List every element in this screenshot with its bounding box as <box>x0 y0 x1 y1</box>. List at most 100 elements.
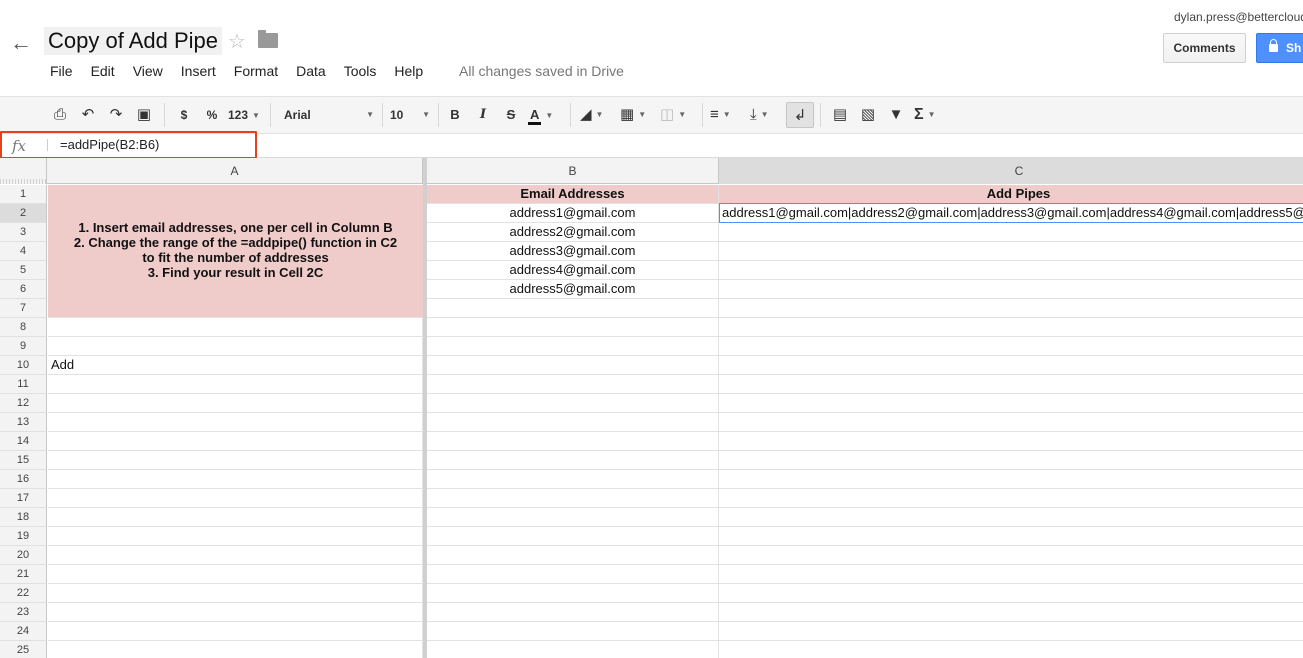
cell-a[interactable] <box>48 603 423 622</box>
cell-b[interactable] <box>427 546 719 565</box>
fill-color-icon[interactable]: ◢ ▼ <box>580 105 614 125</box>
menu-data[interactable]: Data <box>296 63 326 81</box>
cell-c[interactable] <box>719 622 1303 641</box>
column-header-b[interactable]: B <box>427 158 719 184</box>
column-header-c[interactable]: C <box>719 158 1303 184</box>
cell-b[interactable] <box>427 451 719 470</box>
cell-a[interactable]: Add <box>48 356 423 375</box>
row-header[interactable]: 21 <box>0 565 47 584</box>
cell-b[interactable]: address4@gmail.com <box>427 261 719 280</box>
horizontal-align-icon[interactable]: ≡ ▼ <box>710 105 746 125</box>
cell-b[interactable] <box>427 318 719 337</box>
paint-format-icon[interactable]: ▣ <box>134 105 154 125</box>
cell-a[interactable] <box>48 337 423 356</box>
cell-a[interactable] <box>48 489 423 508</box>
star-icon[interactable]: ☆ <box>228 29 246 54</box>
cell-b[interactable] <box>427 603 719 622</box>
row-header[interactable]: 12 <box>0 394 47 413</box>
row-header[interactable]: 16 <box>0 470 47 489</box>
menu-tools[interactable]: Tools <box>344 63 377 81</box>
row-header[interactable]: 17 <box>0 489 47 508</box>
menu-file[interactable]: File <box>50 63 73 81</box>
cell-a[interactable] <box>48 527 423 546</box>
cell-b[interactable] <box>427 622 719 641</box>
currency-button[interactable]: $ <box>174 105 194 125</box>
cell-c[interactable] <box>719 261 1303 280</box>
cell-b-header[interactable]: Email Addresses <box>427 185 719 204</box>
cell-b[interactable] <box>427 470 719 489</box>
menu-insert[interactable]: Insert <box>181 63 216 81</box>
cell-b[interactable] <box>427 584 719 603</box>
menu-help[interactable]: Help <box>394 63 423 81</box>
row-header[interactable]: 24 <box>0 622 47 641</box>
row-header[interactable]: 3 <box>0 223 47 242</box>
row-header[interactable]: 22 <box>0 584 47 603</box>
comments-button[interactable]: Comments <box>1163 33 1246 63</box>
cell-b[interactable] <box>427 356 719 375</box>
cell-a[interactable] <box>48 451 423 470</box>
redo-icon[interactable]: ↷ <box>106 105 126 125</box>
row-header[interactable]: 23 <box>0 603 47 622</box>
share-button[interactable]: Sh <box>1256 33 1303 63</box>
document-title[interactable]: Copy of Add Pipe <box>44 27 223 55</box>
cell-a[interactable] <box>48 432 423 451</box>
percent-button[interactable]: % <box>202 105 222 125</box>
menu-format[interactable]: Format <box>234 63 278 81</box>
cell-a[interactable] <box>48 394 423 413</box>
cell-c[interactable] <box>719 337 1303 356</box>
row-header[interactable]: 25 <box>0 641 47 658</box>
cell-c[interactable] <box>719 641 1303 658</box>
text-color-icon[interactable]: A ▼ <box>528 105 562 125</box>
cell-a[interactable] <box>48 413 423 432</box>
row-header[interactable]: 14 <box>0 432 47 451</box>
cell-c[interactable] <box>719 432 1303 451</box>
wrap-text-icon[interactable]: ↲ <box>786 102 814 128</box>
cell-b[interactable] <box>427 337 719 356</box>
cell-c[interactable] <box>719 394 1303 413</box>
insert-comment-icon[interactable]: ▤ <box>830 105 850 125</box>
menu-view[interactable]: View <box>133 63 163 81</box>
cell-c[interactable] <box>719 413 1303 432</box>
cell-a[interactable] <box>48 375 423 394</box>
font-family-select[interactable]: Arial ▼ <box>284 105 376 125</box>
insert-chart-icon[interactable]: ▧ <box>858 105 878 125</box>
row-header[interactable]: 5 <box>0 261 47 280</box>
functions-icon[interactable]: Σ ▼ <box>914 105 950 125</box>
cell-c[interactable] <box>719 242 1303 261</box>
cell-c[interactable] <box>719 223 1303 242</box>
cell-c[interactable] <box>719 565 1303 584</box>
row-header[interactable]: 8 <box>0 318 47 337</box>
cell-c[interactable] <box>719 375 1303 394</box>
cell-c[interactable] <box>719 470 1303 489</box>
cell-c[interactable] <box>719 489 1303 508</box>
bold-icon[interactable]: B <box>446 105 464 125</box>
cell-b[interactable] <box>427 641 719 658</box>
row-header[interactable]: 1 <box>0 185 47 204</box>
cell-c[interactable] <box>719 603 1303 622</box>
row-header[interactable]: 4 <box>0 242 47 261</box>
cell-a[interactable] <box>48 508 423 527</box>
cell-b[interactable] <box>427 527 719 546</box>
cell-b[interactable] <box>427 375 719 394</box>
cell-c[interactable] <box>719 451 1303 470</box>
vertical-align-icon[interactable]: ⤓ ▼ <box>750 105 784 125</box>
italic-icon[interactable]: I <box>474 105 492 125</box>
number-format-button[interactable]: 123 ▼ <box>228 105 264 125</box>
row-header[interactable]: 15 <box>0 451 47 470</box>
select-all-corner[interactable] <box>0 158 47 184</box>
cell-a[interactable] <box>48 622 423 641</box>
row-header[interactable]: 19 <box>0 527 47 546</box>
cell-b[interactable]: address2@gmail.com <box>427 223 719 242</box>
row-header[interactable]: 13 <box>0 413 47 432</box>
cell-a[interactable] <box>48 318 423 337</box>
cell-b[interactable] <box>427 413 719 432</box>
cell-b[interactable] <box>427 489 719 508</box>
cell-b[interactable] <box>427 508 719 527</box>
row-header[interactable]: 20 <box>0 546 47 565</box>
cell-b[interactable]: address5@gmail.com <box>427 280 719 299</box>
row-header[interactable]: 9 <box>0 337 47 356</box>
back-arrow-icon[interactable]: ← <box>10 30 32 56</box>
cell-a[interactable] <box>48 641 423 658</box>
cell-a[interactable] <box>48 470 423 489</box>
filter-icon[interactable]: ▼ <box>886 105 906 125</box>
